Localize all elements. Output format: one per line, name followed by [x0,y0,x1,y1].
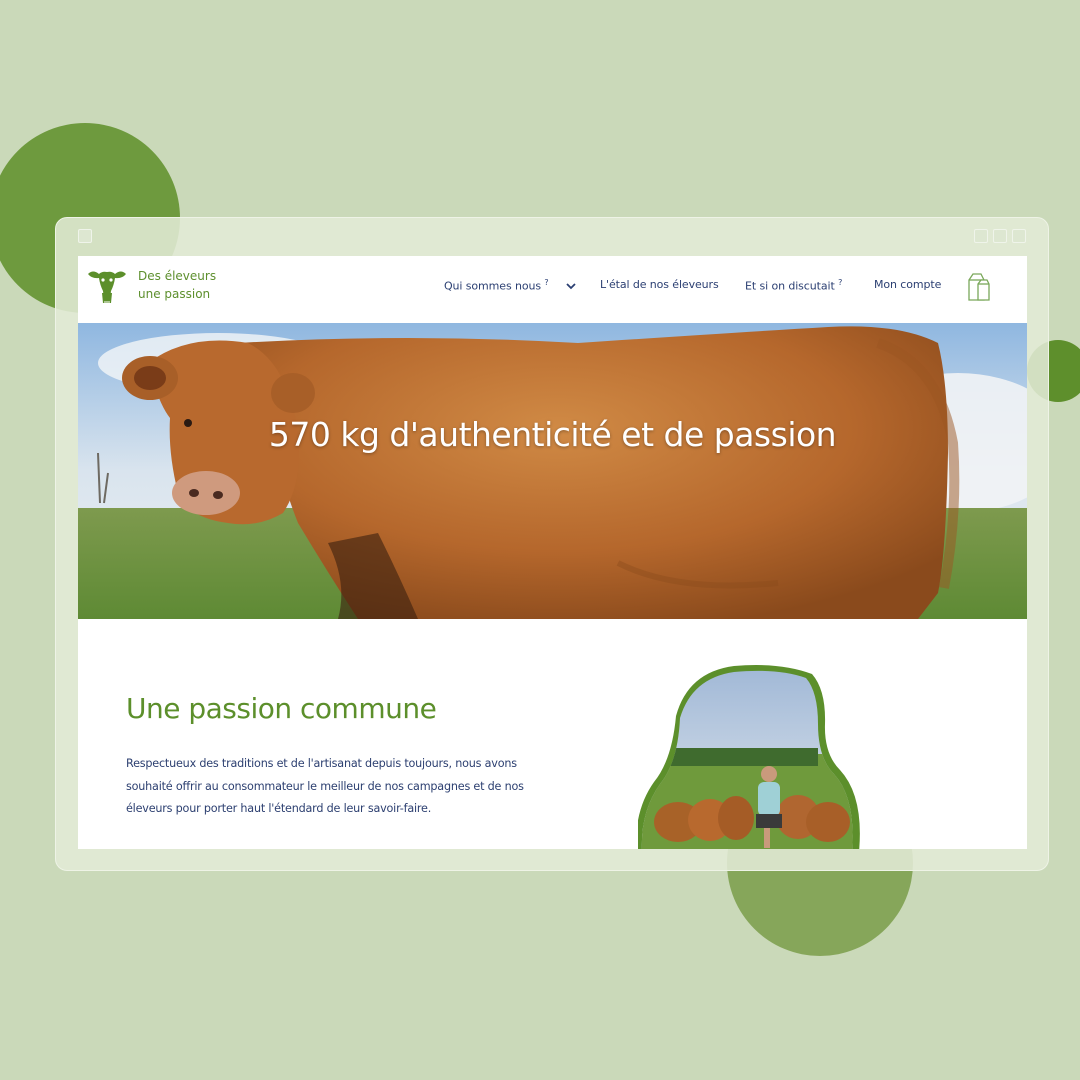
cow-logo-icon[interactable] [84,263,130,309]
nav-item-label: Et si on discutait [745,279,835,293]
nav-item-mon-compte[interactable]: Mon compte [874,278,941,291]
logo-line-1: Des éleveurs [138,269,217,283]
section-text: Respectueux des traditions et de l'artis… [126,757,524,815]
hero-title: 570 kg d'authenticité et de passion [268,415,837,454]
section-title: Une passion commune [126,692,437,725]
site-logo-text[interactable]: Des éleveurs une passion [138,267,248,303]
nav-item-label: L'étal de nos éleveurs [600,278,719,291]
milk-carton-icon[interactable] [964,272,992,302]
nav-item-discutait[interactable]: Et si on discutait ? [745,278,842,293]
breeder-photo-image [638,665,860,849]
logo-line-2: une passion [138,287,211,301]
nav-item-qui-sommes-nous[interactable]: Qui sommes nous ? [444,278,549,293]
nav-item-label: Qui sommes nous [444,279,541,293]
hero-banner: 570 kg d'authenticité et de passion [78,323,1027,619]
website-page: Des éleveurs une passion Qui sommes nous… [78,256,1027,849]
window-corner-icon [78,229,92,243]
nav-item-label: Mon compte [874,278,942,291]
window-control-close[interactable] [1012,229,1026,243]
chevron-down-icon[interactable] [566,282,576,290]
window-control-minimize[interactable] [974,229,988,243]
hero-cow-image [78,323,1027,619]
site-header: Des éleveurs une passion Qui sommes nous… [78,256,1027,323]
nav-item-suffix: ? [838,278,843,287]
nav-item-etal[interactable]: L'étal de nos éleveurs [600,278,719,291]
window-control-maximize[interactable] [993,229,1007,243]
nav-item-suffix: ? [544,278,549,287]
